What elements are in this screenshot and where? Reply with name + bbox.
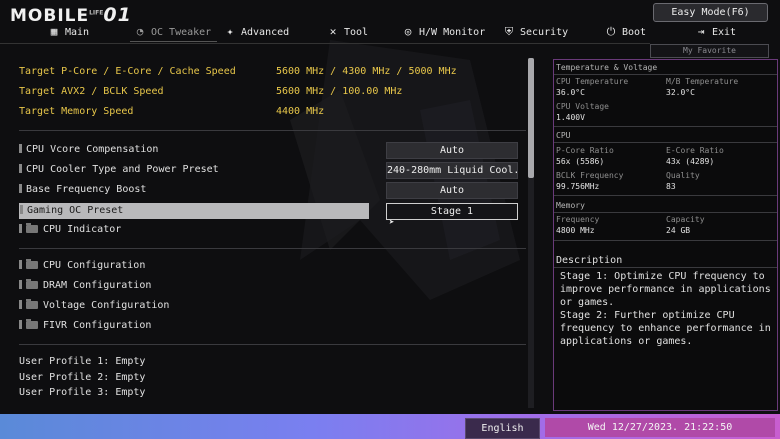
target-memory-speed: Target Memory Speed 4400 MHz	[19, 106, 325, 117]
folder-icon	[26, 223, 38, 233]
setting-cpu-cooler-type[interactable]: CPU Cooler Type and Power Preset 240-280…	[19, 162, 526, 179]
tab-main[interactable]: ▦ Main	[48, 23, 89, 40]
tab-security[interactable]: ⛨ Security	[503, 23, 568, 40]
pcore-ratio-label: P-Core Ratio	[556, 146, 614, 155]
language-button[interactable]: English	[465, 418, 540, 439]
gaming-oc-preset-select[interactable]: Stage 1	[386, 203, 518, 220]
ecore-ratio-value: 43x (4289)	[666, 157, 715, 166]
user-profile-3[interactable]: User Profile 3: Empty	[19, 385, 526, 401]
cpu-voltage-value: 1.400V	[556, 113, 585, 122]
shield-icon: ⛨	[504, 25, 514, 38]
mouse-cursor-icon: ➤	[389, 218, 395, 228]
setting-marker	[20, 205, 23, 214]
submenu-dram-configuration[interactable]: DRAM Configuration	[19, 278, 526, 294]
vcore-compensation-select[interactable]: Auto	[386, 142, 518, 159]
base-frequency-boost-select[interactable]: Auto	[386, 182, 518, 199]
easy-mode-button[interactable]: Easy Mode(F6)	[653, 3, 768, 22]
submenu-cpu-configuration[interactable]: CPU Configuration	[19, 258, 526, 274]
memory-heading: Memory	[556, 201, 585, 210]
settings-scrollbar[interactable]	[528, 58, 534, 408]
setting-marker	[19, 300, 22, 309]
cpu-temp-value: 36.0°C	[556, 88, 585, 97]
gauge-icon: ◔	[136, 25, 144, 38]
cooler-type-select[interactable]: 240-280mm Liquid Cool...	[386, 162, 518, 179]
setting-marker	[19, 144, 22, 153]
tab-hw-monitor[interactable]: ◎ H/W Monitor	[402, 23, 486, 40]
memory-capacity-label: Capacity	[666, 215, 705, 224]
mb-temp-label: M/B Temperature	[666, 77, 739, 86]
section-divider	[19, 344, 526, 345]
tab-boot[interactable]: ⏻ Boot	[605, 23, 646, 40]
settings-panel: Target P-Core / E-Core / Cache Speed 5600…	[0, 58, 540, 408]
quality-label: Quality	[666, 171, 700, 180]
panel-divider	[554, 74, 777, 75]
memory-frequency-value: 4800 MHz	[556, 226, 595, 235]
setting-base-frequency-boost[interactable]: Base Frequency Boost Auto	[19, 182, 526, 199]
scrollbar-thumb[interactable]	[528, 58, 534, 178]
ecore-ratio-label: E-Core Ratio	[666, 146, 724, 155]
memory-frequency-label: Frequency	[556, 215, 600, 224]
setting-gaming-oc-preset[interactable]: Gaming OC Preset Stage 1	[19, 203, 526, 220]
section-divider	[19, 248, 526, 249]
setting-marker	[19, 224, 22, 233]
panel-divider	[554, 195, 777, 196]
tab-exit[interactable]: ⇥ Exit	[695, 23, 736, 40]
user-profile-2[interactable]: User Profile 2: Empty	[19, 370, 526, 386]
section-divider	[19, 130, 526, 131]
tools-icon: ✕	[329, 25, 337, 38]
setting-marker	[19, 184, 22, 193]
panel-divider	[554, 212, 777, 213]
temperature-voltage-heading: Temperature & Voltage	[556, 63, 658, 72]
folder-icon	[26, 319, 38, 329]
submenu-fivr-configuration[interactable]: FIVR Configuration	[19, 318, 526, 334]
setting-cpu-vcore-compensation[interactable]: CPU Vcore Compensation Auto	[19, 142, 526, 159]
setting-marker	[19, 260, 22, 269]
quality-value: 83	[666, 182, 676, 191]
setting-marker	[19, 320, 22, 329]
memory-capacity-value: 24 GB	[666, 226, 691, 235]
pcore-ratio-value: 56x (5586)	[556, 157, 605, 166]
panel-divider	[554, 126, 777, 127]
cpu-temp-label: CPU Temperature	[556, 77, 629, 86]
datetime-display: Wed 12/27/2023. 21:22:50	[545, 418, 775, 437]
panel-divider	[554, 240, 777, 241]
exit-icon: ⇥	[697, 25, 705, 38]
target-core-speed: Target P-Core / E-Core / Cache Speed 5600…	[19, 66, 457, 77]
nav-divider	[0, 43, 650, 44]
top-nav: ▦ Main ◔ OC Tweaker ✦ Advanced ✕ Tool ◎ H/W M…	[0, 23, 780, 42]
submenu-voltage-configuration[interactable]: Voltage Configuration	[19, 298, 526, 314]
power-icon: ⏻	[606, 25, 616, 38]
folder-icon	[26, 299, 38, 309]
tab-tool[interactable]: ✕ Tool	[327, 23, 368, 40]
mb-temp-value: 32.0°C	[666, 88, 695, 97]
tab-oc-tweaker[interactable]: ◔ OC Tweaker	[129, 23, 218, 42]
folder-icon	[26, 279, 38, 289]
star-icon: ✦	[226, 25, 234, 38]
monitor-icon: ◎	[404, 25, 412, 38]
cpu-heading: CPU	[556, 131, 571, 140]
bclk-frequency-label: BCLK Frequency	[556, 171, 624, 180]
setting-marker	[19, 164, 22, 173]
panel-divider	[554, 142, 777, 143]
cpu-voltage-label: CPU Voltage	[556, 102, 609, 111]
folder-icon	[26, 259, 38, 269]
cpu-indicator-item[interactable]: CPU Indicator	[19, 222, 526, 238]
hardware-info-panel: Temperature & Voltage CPU Temperature M/…	[553, 59, 778, 411]
tab-advanced[interactable]: ✦ Advanced	[224, 23, 289, 40]
target-avx2-bclk: Target AVX2 / BCLK Speed 5600 MHz / 100.0…	[19, 86, 403, 97]
setting-marker	[19, 280, 22, 289]
description-text: Stage 1: Optimize CPU frequency to impro…	[560, 271, 771, 347]
user-profile-1[interactable]: User Profile 1: Empty	[19, 354, 526, 370]
my-favorite-button[interactable]: My Favorite	[650, 44, 769, 58]
grid-icon: ▦	[50, 25, 58, 38]
panel-divider	[554, 267, 777, 268]
description-heading: Description	[556, 255, 623, 266]
bclk-frequency-value: 99.756MHz	[556, 182, 600, 191]
